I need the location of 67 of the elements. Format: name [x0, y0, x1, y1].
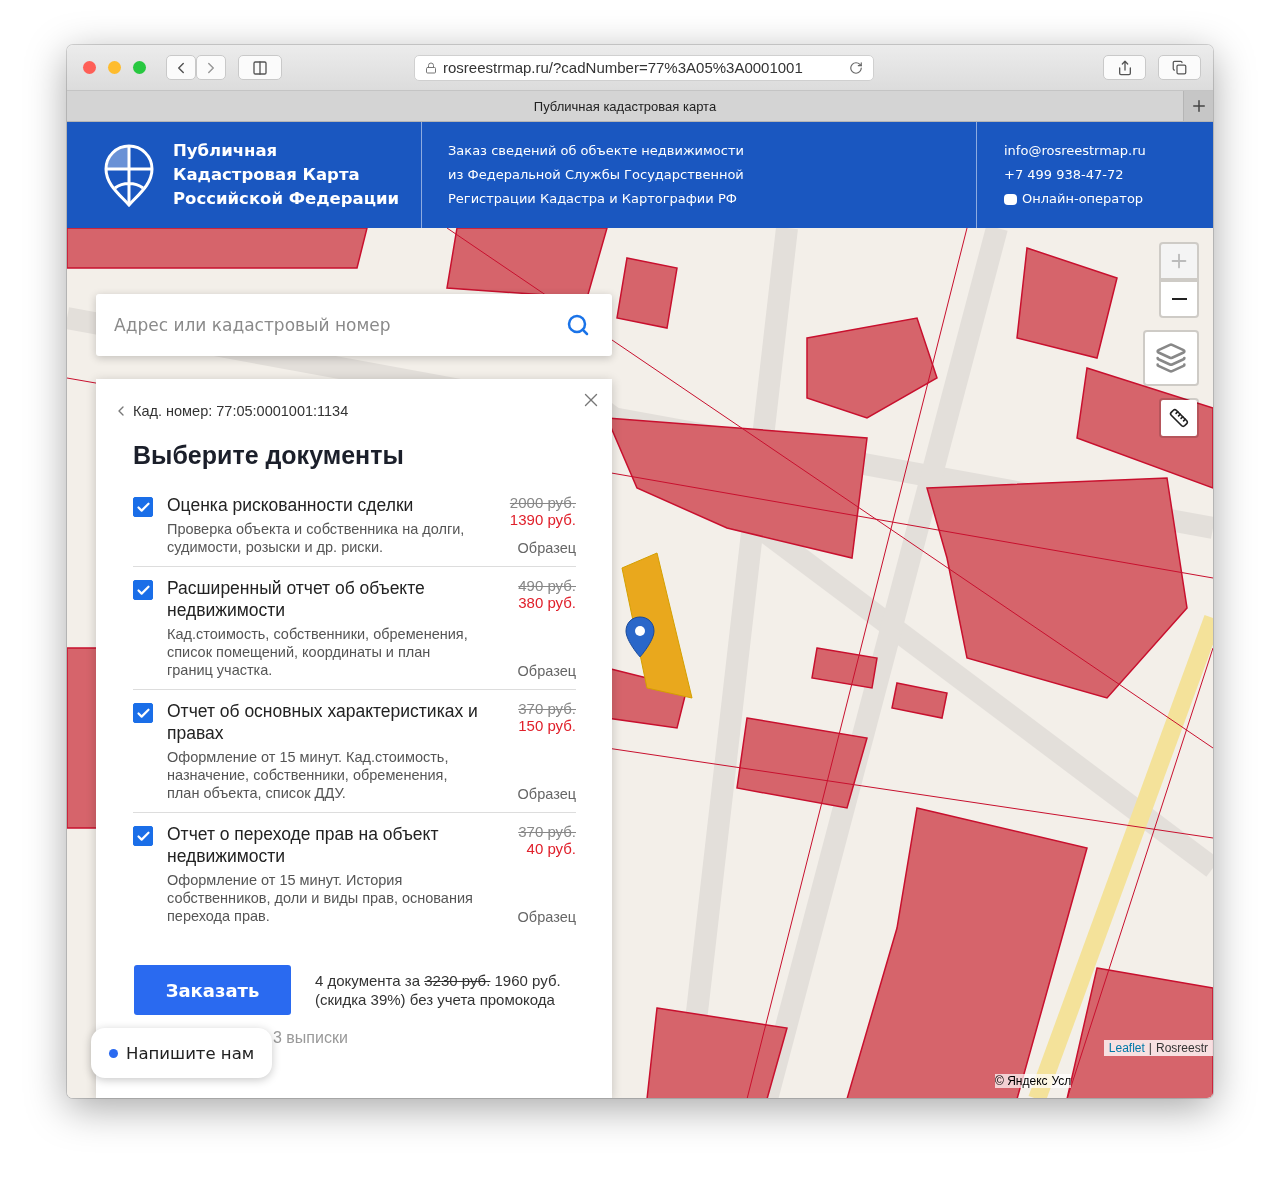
discount-price: 40 руб.	[526, 840, 576, 857]
order-summary: 4 документа за 3230 руб. 1960 руб. (скидка 39%) без учета промокода	[315, 971, 561, 1009]
discount-price: 380 руб.	[518, 594, 576, 611]
sample-link[interactable]: Образец	[517, 663, 576, 679]
online-operator-link[interactable]: Онлайн-оператор	[1004, 187, 1213, 211]
document-description: Оформление от 15 минут. История собственников, доли и виды прав, основания перехода прав.	[167, 871, 474, 925]
share-button[interactable]	[1103, 55, 1146, 80]
attribution-separator: |	[1148, 1041, 1152, 1055]
old-price: 370 руб.	[518, 700, 576, 717]
copyright-text: © Яндекс	[995, 1074, 1048, 1088]
checkbox[interactable]	[133, 497, 153, 517]
email-link[interactable]: info@rosreestrmap.ru	[1004, 139, 1213, 163]
search-icon[interactable]	[566, 313, 590, 337]
service-description: Регистрации Кадастра и Картографии РФ	[448, 190, 738, 208]
reload-icon[interactable]	[849, 60, 863, 75]
ruler-button[interactable]	[1159, 398, 1199, 438]
chat-button[interactable]: Напишите нам	[91, 1028, 273, 1078]
back-link[interactable]: Кад. номер: 77:05:0001001:1134	[113, 403, 576, 419]
close-window-button[interactable]	[83, 61, 96, 74]
old-price: 490 руб.	[518, 577, 576, 594]
attribution-source: Rosreestr	[1156, 1041, 1208, 1055]
sample-link[interactable]: Образец	[517, 786, 576, 802]
layers-button[interactable]	[1143, 330, 1199, 386]
terms-link[interactable]: Усл	[1051, 1074, 1072, 1088]
tabs-button[interactable]	[1158, 55, 1201, 80]
document-description: Кад.стоимость, собственники, обременения, список помещений, координаты и план границ участка.	[167, 625, 469, 679]
document-description: Оформление от 15 минут. Кад.стоимость, назначение, собственники, обременения, план объекта, список ДДУ.	[167, 748, 450, 802]
document-title: Отчет о переходе прав на объект недвижимости	[167, 823, 440, 867]
sample-link[interactable]: Образец	[517, 909, 576, 925]
back-button[interactable]	[166, 55, 196, 80]
discount-price: 150 руб.	[518, 717, 576, 734]
checkbox[interactable]	[133, 703, 153, 723]
tabs-icon	[1172, 60, 1187, 75]
checkbox[interactable]	[133, 580, 153, 600]
sidebar-icon	[252, 59, 268, 76]
search-field[interactable]: Адрес или кадастровый номер	[96, 294, 612, 356]
discount-price: 1390 руб.	[509, 511, 576, 528]
old-price: 2000 руб.	[509, 494, 576, 511]
site-title: Кадастровая Карта	[173, 164, 361, 186]
map-pin-icon[interactable]	[625, 616, 655, 658]
panel-heading: Выберите документы	[133, 441, 405, 470]
leaflet-link[interactable]: Leaflet	[1108, 1041, 1145, 1055]
service-description: из Федеральной Службы Государственной	[448, 166, 745, 184]
search-input[interactable]: Адрес или кадастровый номер	[112, 314, 566, 336]
online-dot-icon	[109, 1048, 118, 1058]
old-price: 370 руб.	[518, 823, 576, 840]
new-tab-button[interactable]	[1183, 91, 1213, 121]
document-title: Оценка рискованности сделки	[167, 494, 415, 516]
sample-link[interactable]: Образец	[517, 540, 576, 556]
phone-link[interactable]: +7 499 938-47-72	[1004, 163, 1213, 187]
document-description: Проверка объекта и собственника на долги, судимости, розыски и др. риски.	[167, 520, 466, 556]
address-bar[interactable]: rosreestrmap.ru/?cadNumber=77%3A05%3A0001001	[414, 54, 874, 81]
site-title: Публичная	[173, 140, 279, 162]
share-icon	[1116, 59, 1133, 76]
checkbox[interactable]	[133, 826, 153, 846]
layers-icon	[1155, 342, 1187, 374]
document-title: Расширенный отчет об объекте недвижимости	[167, 577, 426, 621]
minus-icon	[1171, 298, 1187, 300]
sidebar-button[interactable]	[238, 55, 282, 80]
site-title: Российской Федерации	[173, 188, 400, 210]
order-button[interactable]: Заказать	[134, 965, 291, 1015]
service-description: Заказ сведений об объекте недвижимости	[448, 142, 745, 160]
logo-icon	[103, 142, 155, 208]
ruler-icon	[1169, 408, 1189, 428]
chat-icon	[1004, 193, 1017, 205]
lock-icon	[425, 61, 437, 74]
document-title: Отчет об основных характеристиках и правах	[167, 700, 478, 744]
